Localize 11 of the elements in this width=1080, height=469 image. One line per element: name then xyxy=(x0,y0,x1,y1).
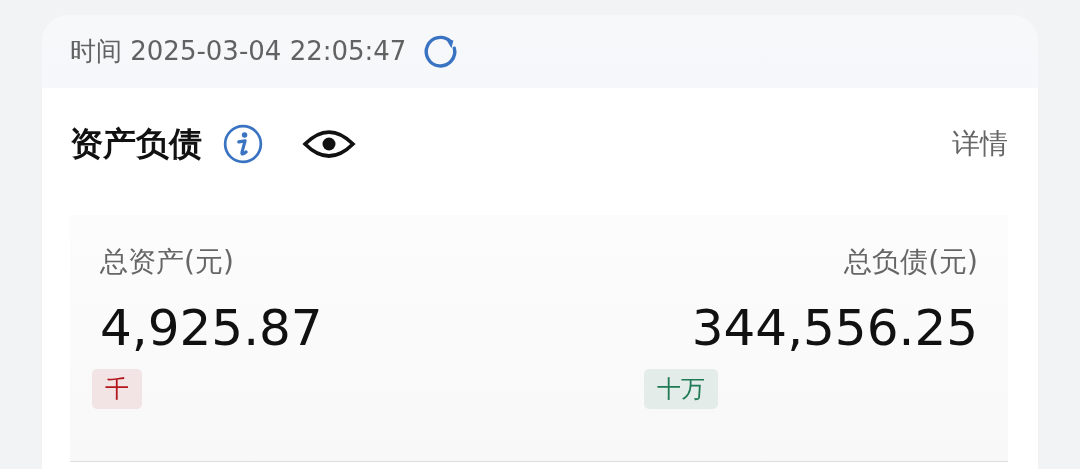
total-amount: 4,925.87 xyxy=(100,299,323,357)
eye-icon[interactable] xyxy=(302,127,356,161)
unit-badge: 十万 xyxy=(643,369,718,409)
unit-badge: 千 xyxy=(92,369,142,409)
timestamp-text: 时间 2025-03-04 22:05:47 xyxy=(70,35,407,68)
total-label: 总负债(元) xyxy=(844,244,978,280)
section-title: 资产负债 xyxy=(70,122,202,165)
total-amount: 344,556.25 xyxy=(691,299,978,357)
info-icon[interactable] xyxy=(222,123,264,165)
total-label: 总资产(元) xyxy=(100,244,235,280)
details-link[interactable]: 详情 xyxy=(952,125,1008,163)
